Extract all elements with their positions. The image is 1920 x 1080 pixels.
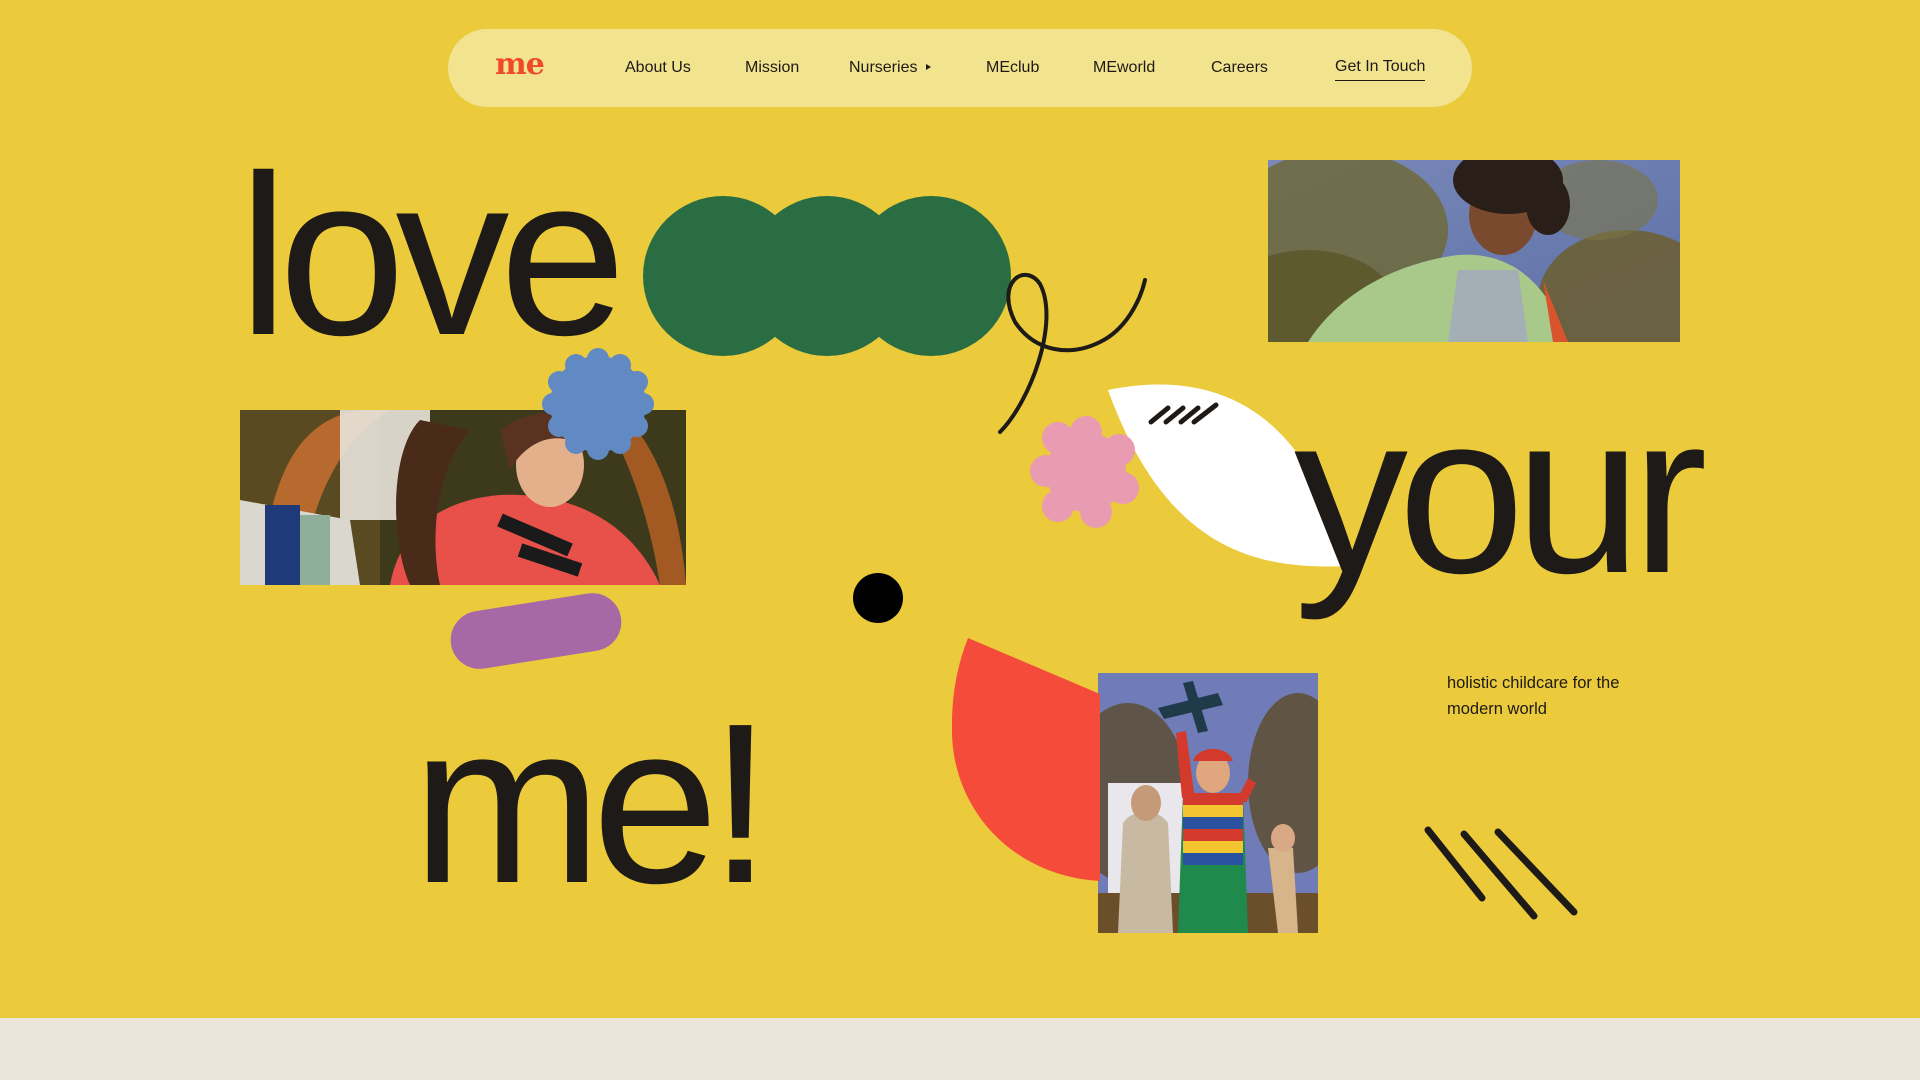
nav-meclub[interactable]: MEclub <box>986 56 1039 80</box>
caret-right-icon <box>926 63 932 70</box>
get-in-touch-link[interactable]: Get In Touch <box>1335 56 1426 81</box>
pink-flower-shape <box>1030 416 1139 528</box>
nav-meworld[interactable]: MEworld <box>1093 56 1155 80</box>
headline-word-your: your <box>1294 367 1708 621</box>
headline-word-love: love <box>238 129 626 383</box>
top-navigation: me About Us Mission Nurseries MEclub MEw… <box>448 29 1472 107</box>
tagline-text: holistic childcare for the modern world <box>1447 674 1620 718</box>
nav-careers[interactable]: Careers <box>1211 56 1268 80</box>
black-dot-shape <box>853 573 903 623</box>
boy-with-toy-plane-photo <box>1098 673 1318 933</box>
me-logo[interactable]: me <box>495 45 545 85</box>
red-half-circle-shape <box>951 638 1100 881</box>
purple-pill-shape <box>450 593 622 669</box>
headline-word-me: me! <box>412 677 772 931</box>
green-triple-circle-shape <box>643 196 1011 356</box>
three-stripes-shape <box>1424 826 1578 920</box>
nav-mission[interactable]: Mission <box>745 56 799 80</box>
next-section-band <box>0 1018 1920 1080</box>
nav-about-us[interactable]: About Us <box>625 56 691 80</box>
nav-nurseries-label: Nurseries <box>849 59 918 76</box>
child-in-green-jacket-photo <box>1268 160 1680 342</box>
hero-section: me About Us Mission Nurseries MEclub MEw… <box>0 0 1920 1018</box>
nav-nurseries[interactable]: Nurseries <box>849 56 932 80</box>
